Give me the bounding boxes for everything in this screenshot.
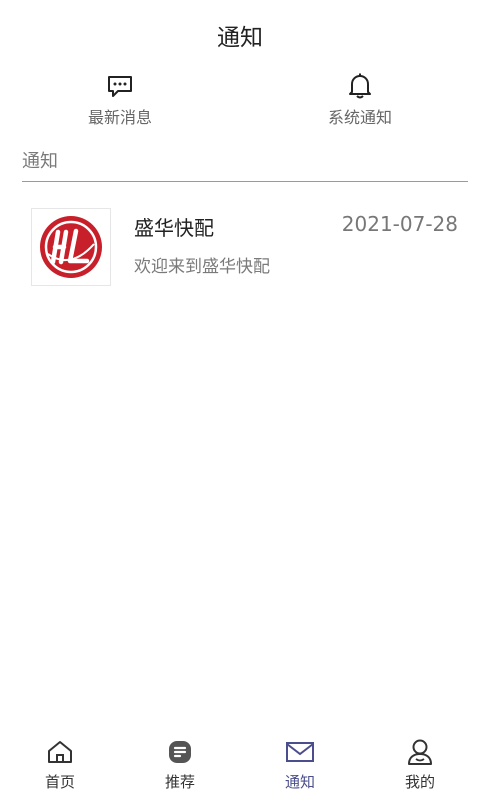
notification-message: 欢迎来到盛华快配 <box>134 257 270 277</box>
notification-title: 盛华快配 <box>134 216 214 240</box>
latest-messages-button[interactable]: 最新消息 <box>40 70 200 128</box>
tab-home-label: 首页 <box>44 773 75 791</box>
recommend-icon <box>167 738 193 766</box>
user-icon <box>406 738 434 766</box>
tab-home[interactable]: 首页 <box>0 732 120 800</box>
tab-mine-label: 我的 <box>404 773 435 791</box>
system-notice-button[interactable]: 系统通知 <box>280 70 440 128</box>
chat-dots-icon <box>40 70 200 100</box>
tab-notifications[interactable]: 通知 <box>240 732 360 800</box>
notification-item[interactable]: 盛华快配 2021-07-28 欢迎来到盛华快配 <box>0 200 480 296</box>
search-bar <box>22 144 468 182</box>
latest-messages-label: 最新消息 <box>87 108 152 127</box>
tab-recommend[interactable]: 推荐 <box>120 732 240 800</box>
tab-mine[interactable]: 我的 <box>360 732 480 800</box>
search-input[interactable] <box>22 144 468 178</box>
tab-recommend-label: 推荐 <box>164 773 195 791</box>
bell-icon <box>280 70 440 100</box>
system-notice-label: 系统通知 <box>327 108 392 127</box>
home-icon <box>46 738 74 766</box>
page-title: 通知 <box>217 25 263 51</box>
bottom-tab-bar: 首页 推荐 通知 我的 <box>0 732 480 800</box>
shenghua-logo <box>31 208 111 286</box>
tab-notifications-label: 通知 <box>284 773 315 791</box>
mail-icon <box>285 738 315 766</box>
notification-date: 2021-07-28 <box>341 212 458 236</box>
